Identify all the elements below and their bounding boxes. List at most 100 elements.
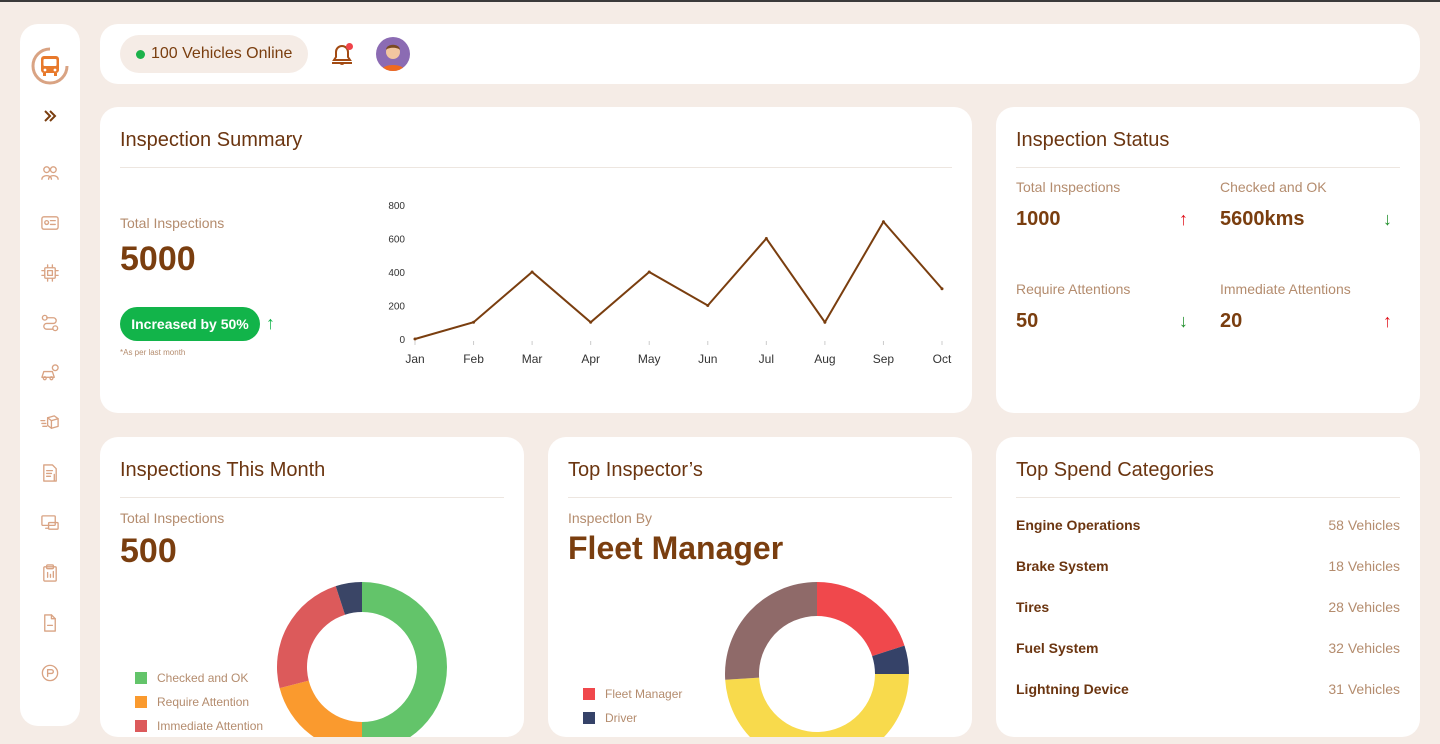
inspectors-donut-chart bbox=[725, 582, 909, 737]
legend-item[interactable]: Fleet Manager bbox=[583, 682, 682, 706]
sidebar bbox=[20, 24, 80, 726]
list-item[interactable]: Fuel System 32 Vehicles bbox=[1016, 640, 1400, 681]
category-name: Tires bbox=[1016, 599, 1050, 615]
y-tick-label: 0 bbox=[399, 335, 405, 346]
legend-label: Checked and OK bbox=[157, 671, 249, 685]
app-logo[interactable] bbox=[30, 46, 70, 86]
inspection-summary-card: Inspection Summary Total Inspections 500… bbox=[100, 107, 972, 413]
data-point[interactable] bbox=[706, 304, 710, 307]
y-tick-label: 600 bbox=[388, 235, 405, 246]
stat-label: Immediate Attentions bbox=[1220, 281, 1351, 297]
total-inspections-label: Total Inspections bbox=[120, 510, 225, 526]
trend-down-icon: ↓ bbox=[1179, 311, 1188, 331]
x-tick-label: Oct bbox=[933, 352, 952, 366]
legend-item[interactable]: Require Attention bbox=[135, 690, 263, 714]
delivery-box-icon[interactable] bbox=[39, 412, 61, 434]
total-inspections-value: 500 bbox=[120, 532, 177, 570]
card-title: Inspection Summary bbox=[120, 129, 303, 151]
legend-item[interactable]: Driver bbox=[583, 706, 682, 730]
inspectors-legend: Fleet Manager Driver bbox=[583, 682, 682, 730]
route-icon[interactable] bbox=[39, 312, 61, 334]
legend-swatch bbox=[583, 712, 595, 724]
id-card-icon[interactable] bbox=[39, 212, 61, 234]
card-title: Top Inspector’s bbox=[568, 459, 703, 481]
donut-slice[interactable] bbox=[725, 674, 909, 737]
stat-require-attentions: Require Attentions 50 ↓ bbox=[1016, 281, 1196, 333]
category-count: 32 Vehicles bbox=[1328, 640, 1400, 656]
users-icon[interactable] bbox=[39, 162, 61, 184]
fuel-coin-icon[interactable] bbox=[39, 662, 61, 684]
legend-item[interactable]: Immediate Attention bbox=[135, 714, 263, 737]
inspection-status-card: Inspection Status Total Inspections 1000… bbox=[996, 107, 1420, 413]
data-point[interactable] bbox=[472, 320, 476, 324]
trend-up-icon: ↑ bbox=[1383, 311, 1392, 331]
monitor-chat-icon[interactable] bbox=[39, 512, 61, 534]
chip-icon[interactable] bbox=[39, 262, 61, 284]
expand-sidebar-icon[interactable] bbox=[42, 108, 58, 128]
user-avatar[interactable] bbox=[376, 37, 411, 71]
donut-slice[interactable] bbox=[725, 582, 817, 680]
y-tick-label: 200 bbox=[388, 302, 405, 313]
invoice-icon[interactable] bbox=[39, 462, 61, 484]
vehicle-service-icon[interactable] bbox=[39, 362, 61, 384]
data-point[interactable] bbox=[530, 270, 534, 274]
x-tick-label: Aug bbox=[814, 352, 835, 366]
stat-label: Require Attentions bbox=[1016, 281, 1131, 297]
list-item[interactable]: Engine Operations 58 Vehicles bbox=[1016, 517, 1400, 558]
list-item[interactable]: Tires 28 Vehicles bbox=[1016, 599, 1400, 640]
inspection-by-label: Inspectlon By bbox=[568, 510, 653, 526]
stat-value: 50 bbox=[1016, 310, 1039, 332]
total-inspections-value: 5000 bbox=[120, 240, 196, 278]
x-tick-label: May bbox=[638, 352, 661, 366]
donut-slice[interactable] bbox=[362, 582, 447, 737]
total-inspections-label: Total Inspections bbox=[120, 215, 225, 231]
legend-label: Immediate Attention bbox=[157, 719, 264, 733]
category-count: 31 Vehicles bbox=[1328, 681, 1400, 697]
stat-value: 20 bbox=[1220, 310, 1243, 332]
stat-total-inspections: Total Inspections 1000 ↑ bbox=[1016, 179, 1196, 231]
data-point[interactable] bbox=[413, 337, 417, 341]
stat-label: Checked and OK bbox=[1220, 179, 1327, 195]
list-item[interactable]: Lightning Device 31 Vehicles bbox=[1016, 681, 1400, 722]
y-tick-label: 800 bbox=[388, 201, 405, 212]
list-item[interactable]: Brake System 18 Vehicles bbox=[1016, 558, 1400, 599]
legend-label: Fleet Manager bbox=[605, 687, 683, 701]
x-tick-label: Jun bbox=[698, 352, 717, 366]
legend-swatch bbox=[135, 720, 147, 732]
category-count: 18 Vehicles bbox=[1328, 558, 1400, 574]
category-name: Fuel System bbox=[1016, 640, 1099, 656]
notification-bell-icon[interactable] bbox=[330, 41, 354, 67]
data-point[interactable] bbox=[881, 220, 885, 224]
data-point[interactable] bbox=[764, 237, 768, 240]
card-title: Inspections This Month bbox=[120, 459, 326, 481]
spend-list: Engine Operations 58 Vehicles Brake Syste… bbox=[1016, 517, 1400, 722]
legend-item[interactable]: Checked and OK bbox=[135, 666, 263, 690]
donut-slice[interactable] bbox=[817, 582, 905, 657]
category-name: Brake System bbox=[1016, 558, 1109, 574]
increase-badge: Increased by 50% bbox=[120, 307, 260, 341]
divider bbox=[120, 497, 504, 498]
y-tick-label: 400 bbox=[388, 268, 405, 279]
data-point[interactable] bbox=[647, 270, 651, 274]
inspection-by-value: Fleet Manager bbox=[568, 530, 784, 566]
vehicles-online-status[interactable]: 100 Vehicles Online bbox=[120, 35, 309, 73]
divider bbox=[1016, 497, 1400, 498]
data-point[interactable] bbox=[589, 320, 593, 324]
category-name: Engine Operations bbox=[1016, 517, 1141, 533]
legend-label: Driver bbox=[605, 711, 637, 725]
clipboard-icon[interactable] bbox=[39, 562, 61, 584]
x-tick-label: Apr bbox=[581, 352, 600, 366]
donut-slice[interactable] bbox=[279, 680, 362, 737]
data-point[interactable] bbox=[823, 320, 827, 324]
top-inspectors-card: Top Inspector’s Inspectlon By Fleet Mana… bbox=[548, 437, 972, 737]
donut-slice[interactable] bbox=[277, 586, 346, 689]
month-donut-chart bbox=[277, 582, 447, 737]
trend-up-icon: ↑ bbox=[1179, 209, 1188, 229]
x-tick-label: Mar bbox=[522, 352, 543, 366]
legend-swatch bbox=[583, 688, 595, 700]
top-spend-categories-card: Top Spend Categories Engine Operations 58… bbox=[996, 437, 1420, 737]
category-name: Lightning Device bbox=[1016, 681, 1129, 697]
document-icon[interactable] bbox=[39, 612, 61, 634]
x-tick-label: Sep bbox=[873, 352, 895, 366]
data-point[interactable] bbox=[940, 287, 944, 291]
